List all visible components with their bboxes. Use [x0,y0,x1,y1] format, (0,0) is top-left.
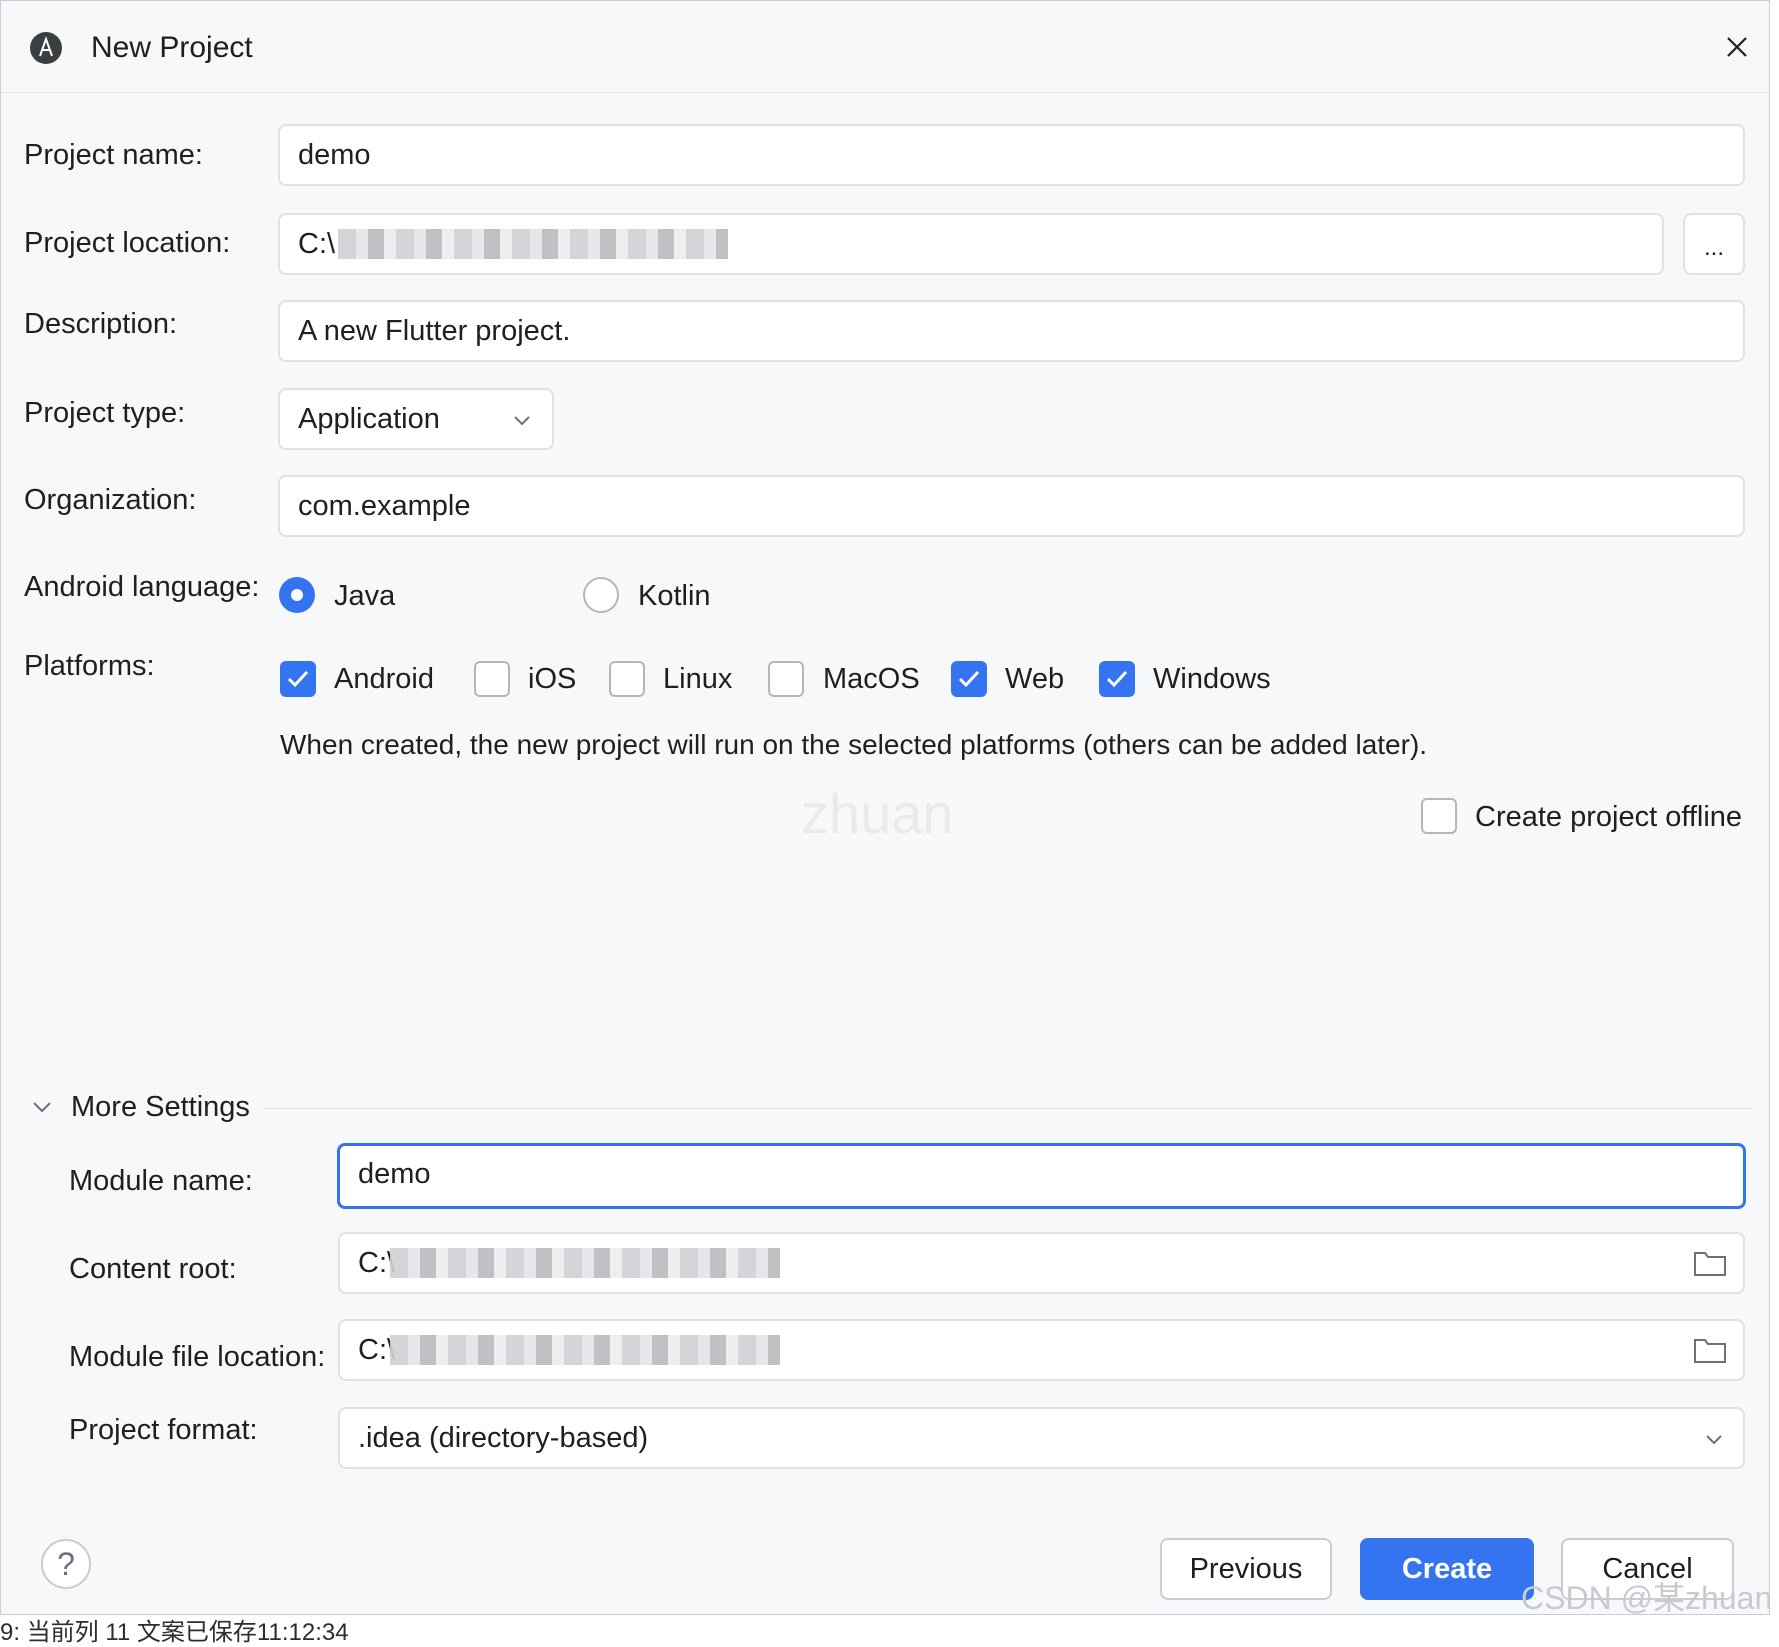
redacted-path [338,229,728,259]
folder-icon[interactable] [1693,1336,1727,1364]
android-checkbox-label[interactable]: Android [334,661,434,697]
checkmark-icon [958,670,980,688]
background-status-text: 9: 当前列 11 文案已保存11:12:34 [0,1619,349,1646]
windows-checkbox-label[interactable]: Windows [1153,661,1271,697]
windows-checkbox[interactable] [1099,661,1135,697]
organization-input[interactable]: com.example [278,475,1745,537]
chevron-down-icon [514,416,530,426]
project-location-value: C:\ [298,228,336,260]
title-bar: New Project [1,1,1769,93]
linux-checkbox[interactable] [609,661,645,697]
project-name-label: Project name: [24,139,203,171]
project-location-input[interactable]: C:\ [278,213,1664,275]
web-checkbox-label[interactable]: Web [1005,661,1064,697]
description-input[interactable]: A new Flutter project. [278,300,1745,362]
kotlin-radio-label[interactable]: Kotlin [638,578,711,614]
description-label: Description: [24,308,178,340]
project-format-label: Project format: [69,1414,258,1446]
chevron-down-icon[interactable] [31,1096,53,1118]
project-format-value: .idea (directory-based) [358,1422,649,1454]
create-button[interactable]: Create [1360,1538,1534,1600]
project-name-value: demo [298,139,371,171]
redacted-path [390,1335,780,1365]
close-icon [1727,37,1747,57]
new-project-dialog: New Project Project name: demo Project l… [0,0,1770,1615]
section-divider [263,1108,1753,1109]
project-type-dropdown[interactable]: Application [278,388,554,450]
chevron-down-icon [1706,1435,1722,1445]
android-language-label: Android language: [24,571,260,603]
java-radio[interactable] [279,577,315,613]
android-studio-icon [30,32,62,64]
more-settings-toggle[interactable]: More Settings [71,1089,250,1125]
module-name-input[interactable]: demo [337,1143,1746,1209]
project-name-input[interactable]: demo [278,124,1745,186]
content-root-label: Content root: [69,1253,237,1285]
content-root-input[interactable]: C:\ [338,1232,1745,1294]
macos-checkbox-label[interactable]: MacOS [823,661,920,697]
organization-value: com.example [298,490,471,522]
dialog-title: New Project [91,31,253,64]
java-radio-label[interactable]: Java [334,578,395,614]
csdn-watermark: CSDN @某zhuan [1521,1580,1770,1615]
project-format-dropdown[interactable]: .idea (directory-based) [338,1407,1745,1469]
help-button[interactable]: ? [41,1539,91,1589]
module-file-location-input[interactable]: C:\ [338,1319,1745,1381]
watermark-text: zhuan [801,782,954,845]
checkmark-icon [1106,670,1128,688]
kotlin-radio[interactable] [583,577,619,613]
platforms-hint: When created, the new project will run o… [280,729,1428,760]
module-name-label: Module name: [69,1165,253,1197]
background-window-edge [1770,0,1779,1625]
folder-icon[interactable] [1693,1249,1727,1277]
close-button[interactable] [1719,29,1755,65]
project-type-label: Project type: [24,397,186,429]
checkmark-icon [287,670,309,688]
create-offline-checkbox[interactable] [1421,798,1457,834]
macos-checkbox[interactable] [768,661,804,697]
module-file-location-label: Module file location: [69,1341,326,1373]
create-offline-label[interactable]: Create project offline [1475,799,1742,835]
project-location-label: Project location: [24,227,231,259]
redacted-path [390,1248,780,1278]
browse-location-button[interactable]: ... [1683,213,1745,275]
project-type-value: Application [298,403,440,435]
android-checkbox[interactable] [280,661,316,697]
ios-checkbox-label[interactable]: iOS [528,661,576,697]
organization-label: Organization: [24,484,197,516]
linux-checkbox-label[interactable]: Linux [663,661,732,697]
previous-button[interactable]: Previous [1160,1538,1332,1600]
platforms-label: Platforms: [24,650,155,682]
module-name-value: demo [358,1158,431,1190]
ios-checkbox[interactable] [474,661,510,697]
description-value: A new Flutter project. [298,315,571,347]
web-checkbox[interactable] [951,661,987,697]
